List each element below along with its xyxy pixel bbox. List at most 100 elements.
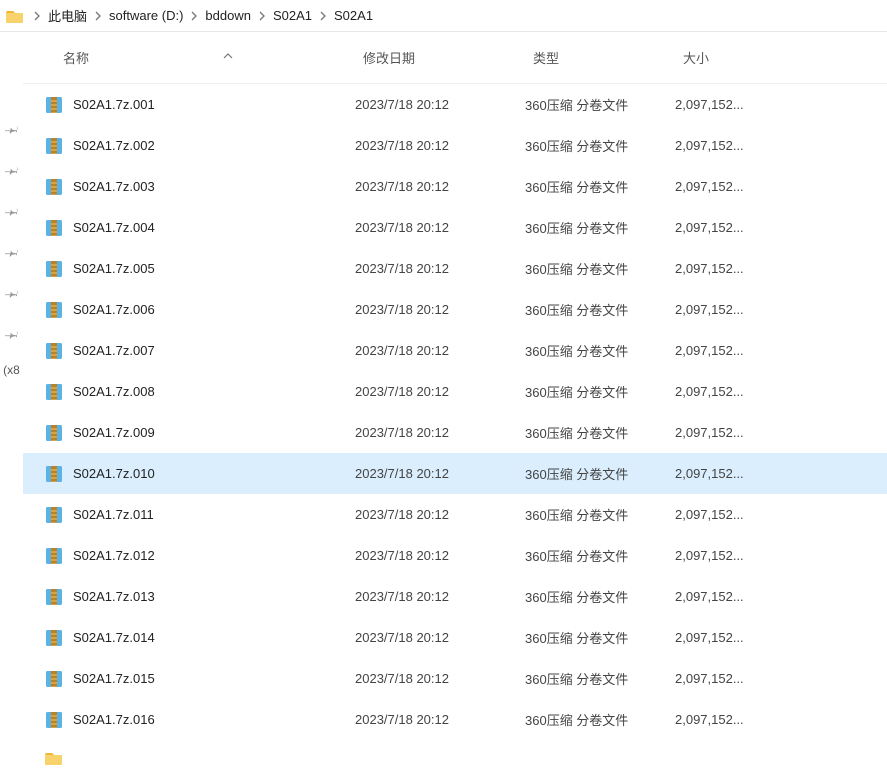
file-name: S02A1.7z.013 [73,589,155,604]
file-date: 2023/7/18 20:12 [355,548,525,563]
column-header-name[interactable]: 名称 [23,48,363,67]
archive-icon [45,670,63,688]
file-name: S02A1.7z.002 [73,138,155,153]
chevron-right-icon[interactable] [91,11,105,21]
file-name: S02A1.7z.015 [73,671,155,686]
file-type: 360压缩 分卷文件 [525,177,675,196]
file-name: S02A1.7z.004 [73,220,155,235]
file-row[interactable]: S02A1.7z.0042023/7/18 20:12360压缩 分卷文件2,0… [23,207,887,248]
pin-icon[interactable] [5,245,19,259]
file-size: 2,097,152... [675,179,780,194]
archive-icon [45,547,63,565]
file-size: 2,097,152... [675,302,780,317]
file-size: 2,097,152... [675,384,780,399]
file-size: 2,097,152... [675,97,780,112]
file-name: S02A1.7z.008 [73,384,155,399]
file-type: 360压缩 分卷文件 [525,669,675,688]
file-name: S02A1.7z.003 [73,179,155,194]
archive-icon [45,260,63,278]
archive-icon [45,178,63,196]
chevron-right-icon[interactable] [255,11,269,21]
file-row[interactable]: S02A1.7z.005 2023/7/18 20:12360压缩 分卷文件2,0… [23,248,887,289]
file-row[interactable]: S02A1.7z.003 2023/7/18 20:12360压缩 分卷文件2,0… [23,166,887,207]
file-size: 2,097,152... [675,630,780,645]
file-size: 2,097,152... [675,589,780,604]
archive-icon [45,342,63,360]
column-header-date[interactable]: 修改日期 [363,48,533,67]
file-type: 360压缩 分卷文件 [525,464,675,483]
archive-icon [45,96,63,114]
file-size: 2,097,152... [675,507,780,522]
file-name: S02A1.7z.016 [73,712,155,727]
column-header-size[interactable]: 大小 [683,48,788,67]
file-date: 2023/7/18 20:12 [355,343,525,358]
file-name: S02A1.7z.011 [73,507,154,522]
chevron-right-icon[interactable] [187,11,201,21]
breadcrumb-item[interactable]: S02A1 [269,0,316,31]
file-date: 2023/7/18 20:12 [355,384,525,399]
file-row[interactable]: S02A1.7z.0132023/7/18 20:12360压缩 分卷文件2,0… [23,576,887,617]
file-row[interactable]: S02A1.7z.0072023/7/18 20:12360压缩 分卷文件2,0… [23,330,887,371]
file-row[interactable]: S02A1.7z.0122023/7/18 20:12360压缩 分卷文件2,0… [23,535,887,576]
file-date: 2023/7/18 20:12 [355,507,525,522]
file-type: 360压缩 分卷文件 [525,628,675,647]
column-header-type[interactable]: 类型 [533,48,683,67]
file-type: 360压缩 分卷文件 [525,587,675,606]
file-row[interactable]: S02A1.7z.0102023/7/18 20:12360压缩 分卷文件2,0… [23,453,887,494]
file-type: 360压缩 分卷文件 [525,710,675,729]
archive-icon [45,383,63,401]
folder-icon [6,8,24,24]
file-row[interactable]: S02A1.7z.0162023/7/18 20:12360压缩 分卷文件2,0… [23,699,887,740]
file-row[interactable]: S02A1.7z.015 2023/7/18 20:12360压缩 分卷文件2,0… [23,658,887,699]
pin-icon[interactable] [5,327,19,341]
file-date: 2023/7/18 20:12 [355,712,525,727]
file-type: 360压缩 分卷文件 [525,95,675,114]
file-row[interactable]: S02A1.7z.0112023/7/18 20:12360压缩 分卷文件2,0… [23,494,887,535]
file-name: S02A1.7z.007 [73,343,155,358]
file-size: 2,097,152... [675,671,780,686]
archive-icon [45,301,63,319]
file-row[interactable]: S02A1.7z.0092023/7/18 20:12360压缩 分卷文件2,0… [23,412,887,453]
file-name: S02A1.7z.010 [73,466,155,481]
breadcrumb-item[interactable]: S02A1 [330,0,377,31]
breadcrumb-bar[interactable]: 此电脑 software (D:) bddown S02A1 S02A1 [0,0,887,32]
file-date: 2023/7/18 20:12 [355,179,525,194]
sort-ascending-icon[interactable] [223,48,233,63]
file-row[interactable]: S02A1.7z.008 2023/7/18 20:12360压缩 分卷文件2,0… [23,371,887,412]
chevron-right-icon[interactable] [30,11,44,21]
file-name: S02A1.7z.001 [73,97,155,112]
archive-icon [45,711,63,729]
file-name: S02A1.7z.005 [73,261,155,276]
file-type: 360压缩 分卷文件 [525,259,675,278]
file-date: 2023/7/18 20:12 [355,138,525,153]
file-size: 2,097,152... [675,220,780,235]
breadcrumb-item[interactable]: 此电脑 [44,0,91,31]
column-header-label: 名称 [63,48,89,67]
file-row[interactable]: S02A1.7z.0062023/7/18 20:12360压缩 分卷文件2,0… [23,289,887,330]
file-size: 2,097,152... [675,343,780,358]
file-row[interactable]: S02A1.7z.001 2023/7/18 20:12360压缩 分卷文件2,0… [23,84,887,125]
file-name: S02A1.7z.012 [73,548,155,563]
pin-icon[interactable] [5,286,19,300]
pin-icon[interactable] [5,122,19,136]
file-type: 360压缩 分卷文件 [525,136,675,155]
archive-icon [45,465,63,483]
archive-icon [45,219,63,237]
file-row[interactable] [23,740,887,778]
file-date: 2023/7/18 20:12 [355,97,525,112]
file-size: 2,097,152... [675,548,780,563]
file-date: 2023/7/18 20:12 [355,261,525,276]
chevron-right-icon[interactable] [316,11,330,21]
file-size: 2,097,152... [675,261,780,276]
breadcrumb-item[interactable]: software (D:) [105,0,187,31]
file-type: 360压缩 分卷文件 [525,382,675,401]
archive-icon [45,137,63,155]
pin-icon[interactable] [5,204,19,218]
archive-icon [45,506,63,524]
file-date: 2023/7/18 20:12 [355,671,525,686]
archive-icon [45,588,63,606]
file-row[interactable]: S02A1.7z.0142023/7/18 20:12360压缩 分卷文件2,0… [23,617,887,658]
pin-icon[interactable] [5,163,19,177]
file-row[interactable]: S02A1.7z.0022023/7/18 20:12360压缩 分卷文件2,0… [23,125,887,166]
breadcrumb-item[interactable]: bddown [201,0,255,31]
